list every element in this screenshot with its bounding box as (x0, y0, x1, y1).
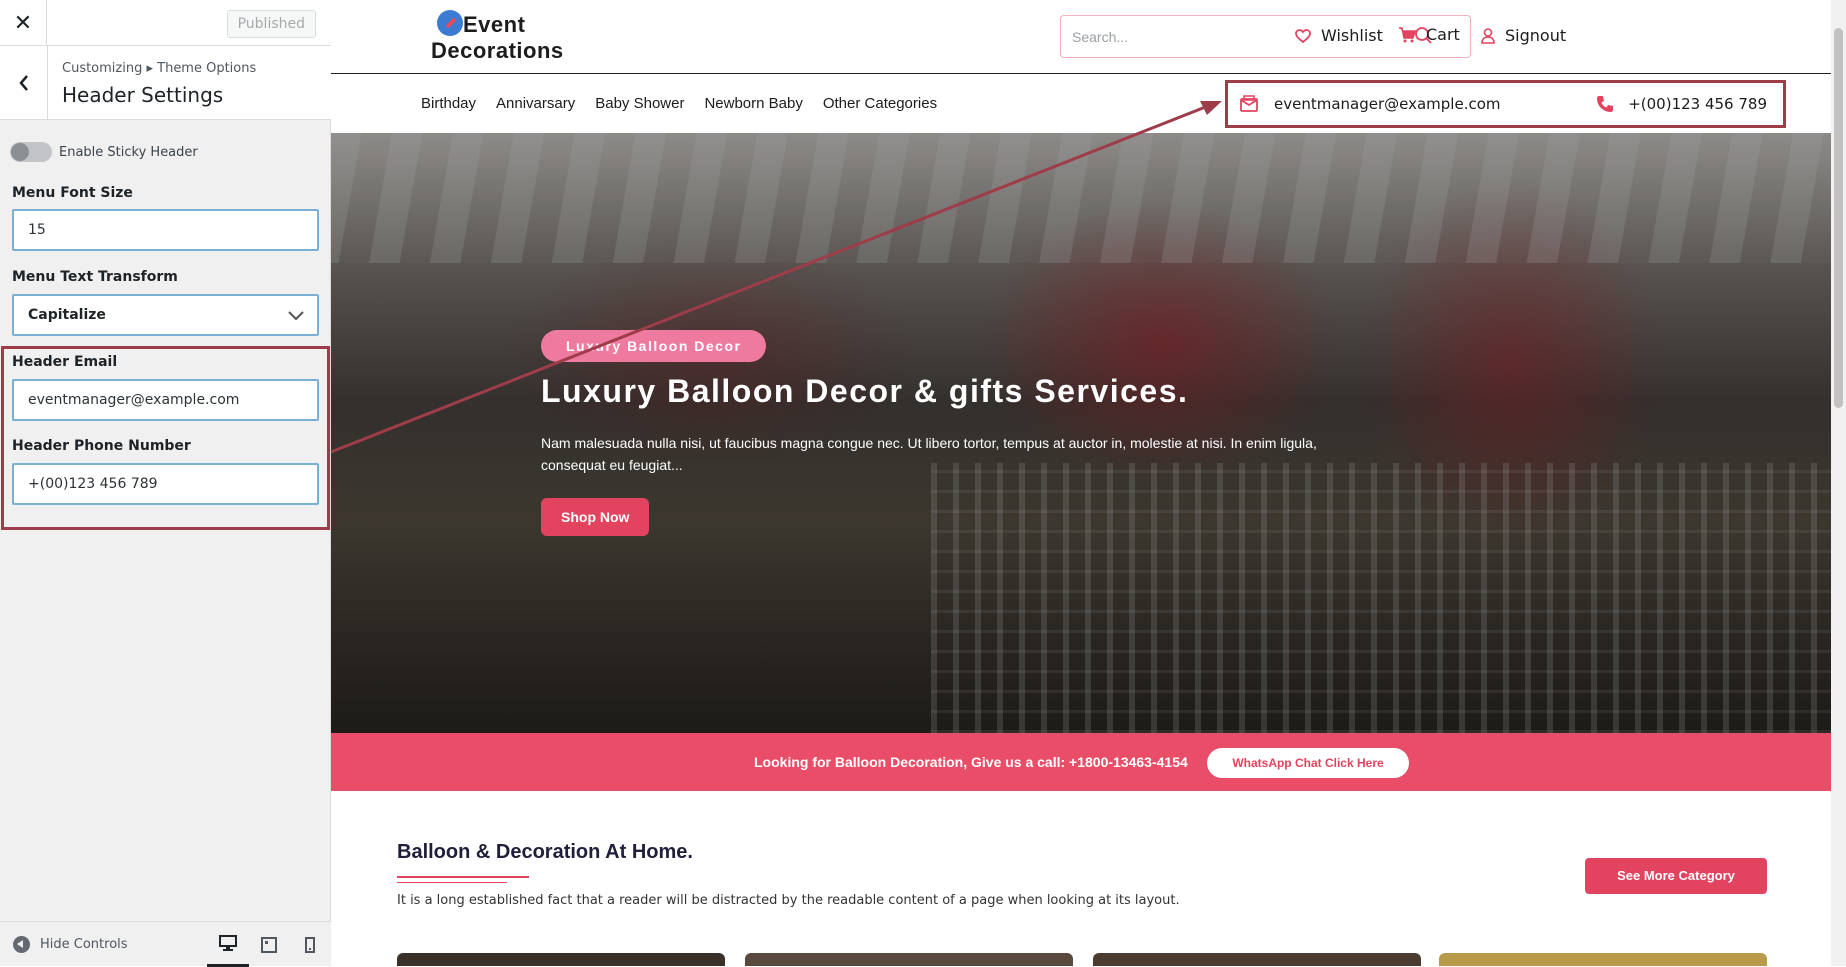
customizer-header: ✕ Published (0, 0, 331, 46)
search-placeholder: Search... (1072, 29, 1129, 45)
desktop-preview-button[interactable] (207, 922, 249, 967)
chevron-left-icon (18, 74, 28, 91)
signout-link[interactable]: Signout (1481, 26, 1566, 45)
header-email[interactable]: eventmanager@example.com (1240, 95, 1501, 113)
see-more-category-button[interactable]: See More Category (1585, 858, 1767, 894)
logo-line1: Event (463, 12, 526, 37)
desktop-icon (219, 935, 237, 951)
tablet-icon (261, 936, 277, 953)
customizer-sidebar: ✕ Published Customizing ▸ Theme Options … (0, 0, 331, 967)
section-heading: Balloon & Decoration At Home. (397, 841, 693, 863)
header-email-label: Header Email (12, 354, 118, 370)
tablet-preview-button[interactable] (248, 922, 290, 967)
hero-banner: Luxury Balloon Decor Luxury Balloon Deco… (331, 133, 1831, 733)
cart-link[interactable]: Cart (1398, 25, 1460, 44)
chevron-down-icon (288, 311, 304, 321)
category-card[interactable] (397, 953, 725, 966)
toggle-knob (11, 143, 29, 161)
collapse-icon (13, 936, 30, 953)
signout-label: Signout (1505, 26, 1567, 45)
category-card[interactable] (1439, 953, 1767, 966)
nav-item-baby-shower[interactable]: Baby Shower (595, 95, 684, 112)
menu-font-size-input[interactable]: 15 (12, 209, 319, 251)
mobile-icon (305, 936, 315, 953)
header-divider (331, 73, 1831, 74)
scroll-thumb[interactable] (1834, 28, 1843, 408)
mobile-preview-button[interactable] (289, 922, 331, 967)
hide-controls-label: Hide Controls (40, 937, 128, 952)
envelope-icon (1240, 95, 1258, 112)
menu-text-transform-select[interactable]: Capitalize (12, 294, 319, 336)
site-logo[interactable]: Event Decorations (431, 10, 564, 64)
main-nav: Birthday Annivarsary Baby Shower Newborn… (421, 95, 957, 112)
shop-now-button[interactable]: Shop Now (541, 498, 650, 536)
close-customizer-button[interactable]: ✕ (0, 0, 47, 46)
nav-item-anniversary[interactable]: Annivarsary (496, 95, 575, 112)
category-card[interactable] (745, 953, 1073, 966)
section-title: Header Settings (62, 83, 224, 107)
header-phone[interactable]: +(00)123 456 789 (1596, 95, 1767, 113)
menu-text-transform-value: Capitalize (28, 307, 106, 323)
nav-item-other-categories[interactable]: Other Categories (823, 95, 937, 112)
preview-scrollbar[interactable] (1831, 0, 1846, 966)
sticky-header-label: Enable Sticky Header (59, 144, 198, 160)
header-phone-label: Header Phone Number (12, 438, 191, 454)
section-underline-thin (397, 882, 507, 883)
user-icon (1481, 27, 1495, 44)
hide-controls-button[interactable]: Hide Controls (13, 936, 128, 953)
customizer-footer: Hide Controls (0, 921, 331, 967)
header-contact-box: eventmanager@example.com +(00)123 456 78… (1225, 80, 1786, 128)
sticky-header-toggle[interactable] (10, 142, 52, 162)
header-phone-input[interactable]: +(00)123 456 789 (12, 463, 319, 505)
hero-title: Luxury Balloon Decor & gifts Services. (541, 373, 1189, 409)
section-text: It is a long established fact that a rea… (397, 893, 1180, 908)
header-email-text: eventmanager@example.com (1274, 95, 1501, 113)
site-preview: Event Decorations Search... Wishlist Car… (331, 0, 1831, 966)
balloon-logo-icon (437, 10, 463, 36)
header-email-input[interactable]: eventmanager@example.com (12, 379, 319, 421)
nav-item-birthday[interactable]: Birthday (421, 95, 476, 112)
cart-icon (1399, 26, 1416, 42)
published-button[interactable]: Published (226, 10, 316, 38)
breadcrumb: Customizing ▸ Theme Options (62, 61, 257, 76)
logo-line2: Decorations (431, 38, 564, 63)
menu-font-size-label: Menu Font Size (12, 185, 133, 201)
sticky-header-row: Enable Sticky Header (10, 142, 198, 162)
header-phone-text: +(00)123 456 789 (1628, 95, 1767, 113)
nav-item-newborn-baby[interactable]: Newborn Baby (704, 95, 802, 112)
back-button[interactable] (0, 46, 48, 119)
hero-text: Nam malesuada nulla nisi, ut faucibus ma… (541, 435, 1317, 473)
wishlist-label: Wishlist (1321, 26, 1383, 45)
menu-text-transform-label: Menu Text Transform (12, 269, 178, 285)
cart-label: Cart (1426, 25, 1460, 44)
phone-icon (1597, 96, 1614, 112)
section-underline (397, 876, 529, 878)
wishlist-link[interactable]: Wishlist (1295, 26, 1383, 45)
section-header: Customizing ▸ Theme Options Header Setti… (0, 46, 331, 120)
heart-icon (1295, 28, 1311, 43)
category-card[interactable] (1093, 953, 1421, 966)
call-banner: Looking for Balloon Decoration, Give us … (331, 733, 1831, 791)
call-banner-text: Looking for Balloon Decoration, Give us … (754, 754, 1188, 770)
whatsapp-button[interactable]: WhatsApp Chat Click Here (1207, 748, 1409, 778)
hero-tag: Luxury Balloon Decor (541, 330, 767, 362)
